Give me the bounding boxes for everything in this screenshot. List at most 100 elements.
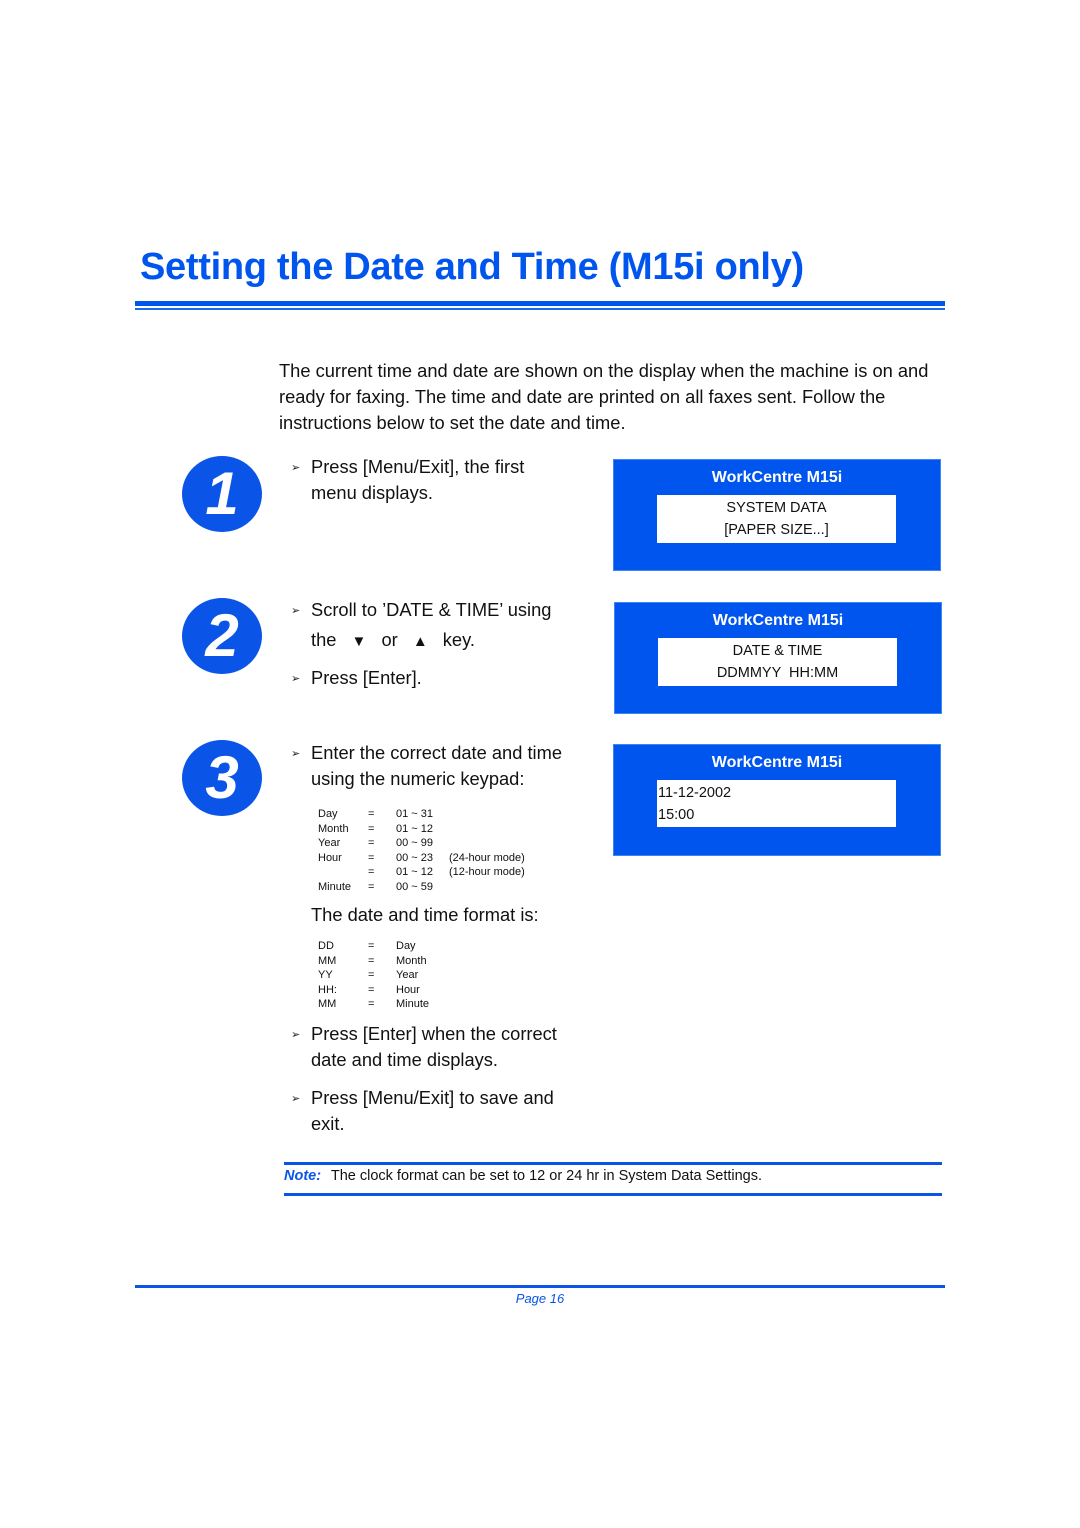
lcd-line-1: 11-12-2002 <box>658 785 732 801</box>
range-field: Month <box>318 822 349 835</box>
format-code: HH: <box>318 983 337 996</box>
range-row: Year = 00 ~ 99 <box>318 836 525 851</box>
lcd-line-2: DDMMYY HH:MM <box>716 665 839 681</box>
format-eq: = <box>368 998 375 1011</box>
format-meaning: Month <box>396 954 427 967</box>
bullet-arrow-icon: ➢ <box>291 605 301 617</box>
bullet-text: Press [Enter] when the correct date and … <box>311 1023 557 1070</box>
step-number: 3 <box>205 744 239 811</box>
range-eq: = <box>368 808 375 820</box>
lcd-display-step-2: WorkCentre M15i DATE & TIME DDMMYY HH:MM <box>614 602 942 714</box>
lcd-line-2: 15:00 <box>658 807 695 823</box>
range-note: (24-hour mode) <box>449 851 525 864</box>
lcd-title: WorkCentre M15i <box>711 754 843 771</box>
page-number: Page 16 <box>515 1291 565 1306</box>
format-table: DD = Day MM = Month YY = Year HH: = Hour… <box>318 939 429 1012</box>
range-field: Year <box>318 837 341 850</box>
bullet-arrow-icon: ➢ <box>291 462 301 474</box>
range-value: 01 ~ 12 <box>396 822 434 835</box>
step-2-bullet-1: ➢ Scroll to ’DATE & TIME’ using the ▼ or… <box>291 597 591 655</box>
range-row: Day = 01 ~ 31 <box>318 807 525 822</box>
format-eq: = <box>368 940 375 952</box>
lcd-display-step-1: WorkCentre M15i SYSTEM DATA [PAPER SIZE.… <box>613 459 941 571</box>
format-meaning: Year <box>396 969 419 982</box>
page-title: Setting the Date and Time (M15i only) <box>140 246 804 288</box>
note-bottom-rule <box>284 1193 942 1196</box>
bullet-text: Scroll to ’DATE & TIME’ using <box>311 599 552 620</box>
note-label: Note: <box>284 1168 322 1184</box>
down-arrow-key-icon: ▼ <box>351 633 367 650</box>
up-arrow-key-icon: ▲ <box>412 633 428 650</box>
range-row: Minute = 00 ~ 59 <box>318 880 525 895</box>
range-eq: = <box>368 851 375 864</box>
format-row: YY = Year <box>318 968 429 983</box>
step-3-bullet-2: ➢ Press [Enter] when the correct date an… <box>291 1021 591 1073</box>
lcd-screen: SYSTEM DATA [PAPER SIZE...] <box>657 495 896 543</box>
note-text: The clock format can be set to 12 or 24 … <box>330 1168 763 1184</box>
format-row: MM = Minute <box>318 997 429 1012</box>
range-value: 01 ~ 12 <box>396 866 434 879</box>
title-underline-thin <box>135 308 945 310</box>
step-1-bullet: ➢ Press [Menu/Exit], the first menu disp… <box>291 454 561 506</box>
format-eq: = <box>368 983 375 996</box>
range-eq: = <box>368 880 375 893</box>
bullet-text: Press [Enter]. <box>311 667 422 688</box>
bullet-arrow-icon: ➢ <box>291 1093 301 1105</box>
format-row: MM = Month <box>318 954 429 969</box>
lcd-title: WorkCentre M15i <box>711 469 843 486</box>
format-label: The date and time format is: <box>311 904 539 925</box>
format-code: MM <box>318 998 337 1011</box>
step-2-bullet-2: ➢ Press [Enter]. <box>291 665 591 692</box>
format-meaning: Hour <box>396 983 420 996</box>
bullet-text: key. <box>442 629 475 650</box>
range-field: Hour <box>318 851 342 864</box>
format-eq: = <box>368 954 375 967</box>
range-value: 01 ~ 31 <box>396 808 434 820</box>
note-top-rule <box>284 1162 942 1165</box>
format-eq: = <box>368 969 375 982</box>
step-2-badge: 2 <box>182 598 262 674</box>
format-row: HH: = Hour <box>318 983 429 998</box>
bullet-text: Enter the correct date and time using th… <box>311 742 562 789</box>
range-value: 00 ~ 99 <box>396 837 434 850</box>
lcd-line-1: DATE & TIME <box>732 643 823 659</box>
format-code: MM <box>318 954 337 967</box>
format-code: YY <box>318 969 333 982</box>
range-field: Day <box>318 808 338 820</box>
step-3-bullet-3: ➢ Press [Menu/Exit] to save and exit. <box>291 1085 591 1137</box>
range-eq: = <box>368 822 375 835</box>
range-value: 00 ~ 23 <box>396 851 434 864</box>
range-eq: = <box>368 837 375 850</box>
bullet-arrow-icon: ➢ <box>291 673 301 685</box>
footer-rule <box>135 1285 945 1288</box>
range-field <box>318 865 368 880</box>
step-number: 1 <box>205 460 239 527</box>
range-field: Minute <box>318 880 352 893</box>
format-meaning: Minute <box>396 998 430 1011</box>
lcd-line-2: [PAPER SIZE...] <box>724 522 829 538</box>
range-row: Hour = 00 ~ 23 (24-hour mode) <box>318 851 525 866</box>
format-meaning: Day <box>396 940 416 952</box>
note: Note: The clock format can be set to 12 … <box>284 1167 762 1185</box>
range-row: Month = 01 ~ 12 <box>318 822 525 837</box>
step-3-badge: 3 <box>182 740 262 816</box>
step-number: 2 <box>205 602 239 669</box>
title-underline <box>135 301 945 306</box>
step-3-bullet-1: ➢ Enter the correct date and time using … <box>291 740 591 792</box>
range-eq: = <box>368 866 375 879</box>
bullet-text: Press [Menu/Exit] to save and exit. <box>311 1087 554 1134</box>
step-1-badge: 1 <box>182 456 262 532</box>
range-value: 00 ~ 59 <box>396 880 434 893</box>
lcd-screen: DATE & TIME DDMMYY HH:MM <box>658 638 897 686</box>
bullet-text: or <box>381 629 398 650</box>
bullet-text: Press [Menu/Exit], the first menu displa… <box>311 456 525 503</box>
format-row: DD = Day <box>318 939 429 954</box>
lcd-title: WorkCentre M15i <box>712 612 844 629</box>
bullet-text: the <box>311 629 337 650</box>
bullet-arrow-icon: ➢ <box>291 1029 301 1041</box>
bullet-arrow-icon: ➢ <box>291 748 301 760</box>
range-note: (12-hour mode) <box>449 866 525 879</box>
intro-paragraph: The current time and date are shown on t… <box>279 360 929 433</box>
format-code: DD <box>318 940 334 952</box>
lcd-screen: 11-12-2002 15:00 <box>657 780 896 827</box>
